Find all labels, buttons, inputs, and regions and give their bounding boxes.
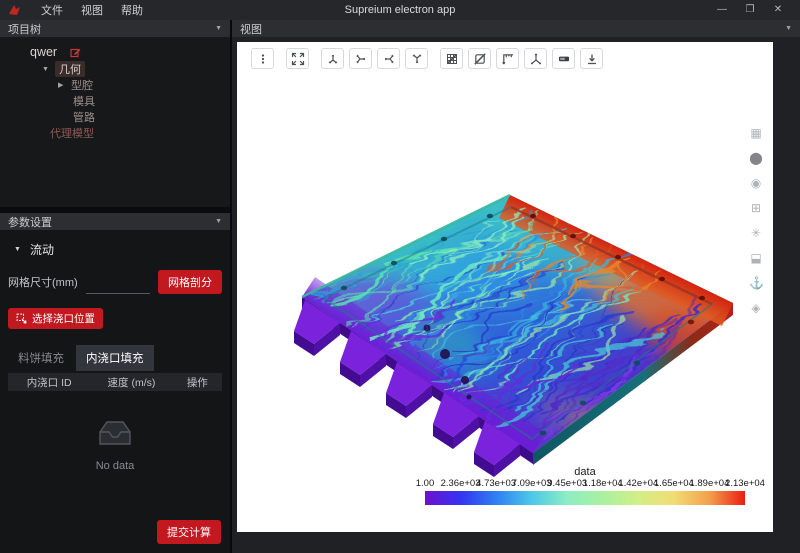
select-gate-button[interactable]: 选择浇口位置 [8, 308, 103, 329]
gizmo-icon[interactable]: ◈ [749, 301, 763, 315]
column-gate-id: 内浇口 ID [8, 375, 90, 390]
app-window: 文件 视图 帮助 Supreium electron app — ❐ ✕ 项目树… [0, 0, 800, 553]
colorbar-tick: 4.73e+03 [476, 478, 516, 489]
collapse-caret-icon[interactable]: ▼ [215, 218, 222, 225]
view-axis-iso-icon[interactable] [405, 48, 428, 69]
colorbar-tick: 1.89e+04 [689, 478, 729, 489]
maximize-button[interactable]: ❐ [736, 0, 764, 20]
tree-item-label: 几何 [55, 61, 85, 77]
colorbar-ticks: 1.00 2.36e+03 4.73e+03 7.09e+03 9.45e+03… [425, 478, 745, 490]
solid-cloud-icon[interactable]: ⬤ [749, 151, 763, 165]
menu-view[interactable]: 视图 [72, 2, 112, 18]
tree-item-proxy-model[interactable]: 代理模型 [0, 125, 230, 141]
empty-text: No data [8, 460, 222, 472]
colorbar: data 1.00 2.36e+03 4.73e+03 7.09e+03 9.4… [425, 466, 745, 505]
project-tree-header[interactable]: 项目树 ▼ [0, 20, 230, 37]
viewport-canvas[interactable]: ▦ ⬤ ◉ ⊞ ✳ ⬓ ⚓ ◈ data [237, 42, 773, 532]
viewer-widgets: ▦ ⬤ ◉ ⊞ ✳ ⬓ ⚓ ◈ [749, 126, 763, 315]
menu-file[interactable]: 文件 [32, 2, 72, 18]
mesh-generate-button[interactable]: 网格剖分 [158, 270, 222, 294]
param-settings-title: 参数设置 [8, 214, 52, 230]
mesh-icon[interactable]: ▦ [749, 126, 763, 140]
minimize-button[interactable]: — [708, 0, 736, 20]
tree-item-geometry[interactable]: ▼ 几何 [0, 61, 230, 77]
project-tree: qwer ▼ 几何 ▶ 型腔 模具 [0, 37, 230, 207]
caret-down-icon: ▼ [14, 246, 21, 253]
grid-box-icon[interactable]: ⊞ [749, 201, 763, 215]
left-sidebar: 项目树 ▼ qwer ▼ 几何 ▶ [0, 20, 230, 553]
tab-inner-gate-fill[interactable]: 内浇口填充 [76, 345, 154, 371]
mesh-size-label: 网格尺寸(mm) [8, 274, 78, 294]
colorbar-tick: 7.09e+03 [512, 478, 552, 489]
flow-section-toggle[interactable]: ▼ 流动 [14, 241, 222, 258]
view-axis-top-icon[interactable] [349, 48, 372, 69]
gear-icon[interactable]: ✳ [749, 226, 763, 240]
clip-box-icon[interactable]: ⬓ [749, 251, 763, 265]
submit-calc-button[interactable]: 提交计算 [157, 520, 221, 544]
download-screenshot-icon[interactable] [580, 48, 603, 69]
view-panel-title: 视图 [240, 21, 262, 37]
select-gate-label: 选择浇口位置 [32, 311, 95, 326]
empty-state: No data [8, 417, 222, 472]
project-tree-panel: 项目树 ▼ qwer ▼ 几何 ▶ [0, 20, 230, 207]
view-axis-left-icon[interactable] [377, 48, 400, 69]
edit-icon[interactable] [70, 47, 81, 58]
mesh-size-input[interactable] [86, 276, 150, 294]
tree-item-label: 型腔 [71, 77, 93, 93]
colorbar-tick: 1.65e+04 [654, 478, 694, 489]
flow-section-label: 流动 [30, 241, 54, 258]
colorbar-title: data [425, 466, 745, 478]
axes-widget-icon[interactable] [524, 48, 547, 69]
close-button[interactable]: ✕ [764, 0, 792, 20]
tree-root-label: qwer [30, 45, 57, 59]
collapse-caret-icon[interactable]: ▼ [215, 25, 222, 32]
menu-help[interactable]: 帮助 [112, 2, 152, 18]
colorbar-tick: 9.45e+03 [547, 478, 587, 489]
tree-item-mold[interactable]: 模具 [0, 93, 230, 109]
param-settings-panel: 参数设置 ▼ ▼ 流动 网格尺寸(mm) 网格剖分 [0, 213, 230, 553]
scale-ruler-icon[interactable] [496, 48, 519, 69]
column-actions: 操作 [173, 375, 222, 390]
caret-right-icon[interactable]: ▶ [58, 81, 66, 89]
fill-tabs: 料饼填充 内浇口填充 [8, 345, 222, 371]
project-tree-title: 项目树 [8, 21, 41, 37]
caret-down-icon[interactable]: ▼ [42, 66, 50, 73]
viewport-toolbar [251, 48, 608, 69]
empty-inbox-icon [93, 436, 137, 453]
title-bar: 文件 视图 帮助 Supreium electron app — ❐ ✕ [0, 0, 800, 20]
fit-view-icon[interactable] [286, 48, 309, 69]
colorbar-tick: 2.13e+04 [725, 478, 765, 489]
tree-root-row[interactable]: qwer [0, 43, 230, 61]
view-panel-header[interactable]: 视图 ▼ [232, 20, 800, 37]
view-panel: 视图 ▼ [232, 20, 800, 553]
tree-item-cavity[interactable]: ▶ 型腔 [0, 77, 230, 93]
colorbar-tick: 1.00 [416, 478, 435, 489]
model-3d-render[interactable] [237, 42, 773, 532]
tree-item-label: 管路 [73, 109, 95, 125]
colorbar-tick: 2.36e+03 [441, 478, 481, 489]
view-axis-front-icon[interactable] [321, 48, 344, 69]
tree-item-label: 代理模型 [50, 125, 94, 141]
param-settings-header[interactable]: 参数设置 ▼ [0, 213, 230, 230]
colorbar-tick: 1.18e+04 [583, 478, 623, 489]
wireframe-toggle-icon[interactable] [440, 48, 463, 69]
column-velocity: 速度 (m/s) [90, 375, 172, 390]
hide-object-icon[interactable] [468, 48, 491, 69]
collapse-caret-icon[interactable]: ▼ [785, 25, 792, 32]
more-menu-icon[interactable] [251, 48, 274, 69]
gate-table-header: 内浇口 ID 速度 (m/s) 操作 [8, 373, 222, 391]
sphere-icon[interactable]: ◉ [749, 176, 763, 190]
tree-item-piping[interactable]: 管路 [0, 109, 230, 125]
tree-item-label: 模具 [73, 93, 95, 109]
colorbar-gradient [425, 491, 745, 505]
scalar-bar-toggle-icon[interactable] [552, 48, 575, 69]
app-logo-icon [8, 4, 22, 16]
colorbar-tick: 1.42e+04 [618, 478, 658, 489]
pin-icon[interactable]: ⚓ [749, 276, 763, 290]
tab-sprue-fill[interactable]: 料饼填充 [8, 345, 74, 371]
select-gate-icon [16, 313, 27, 324]
